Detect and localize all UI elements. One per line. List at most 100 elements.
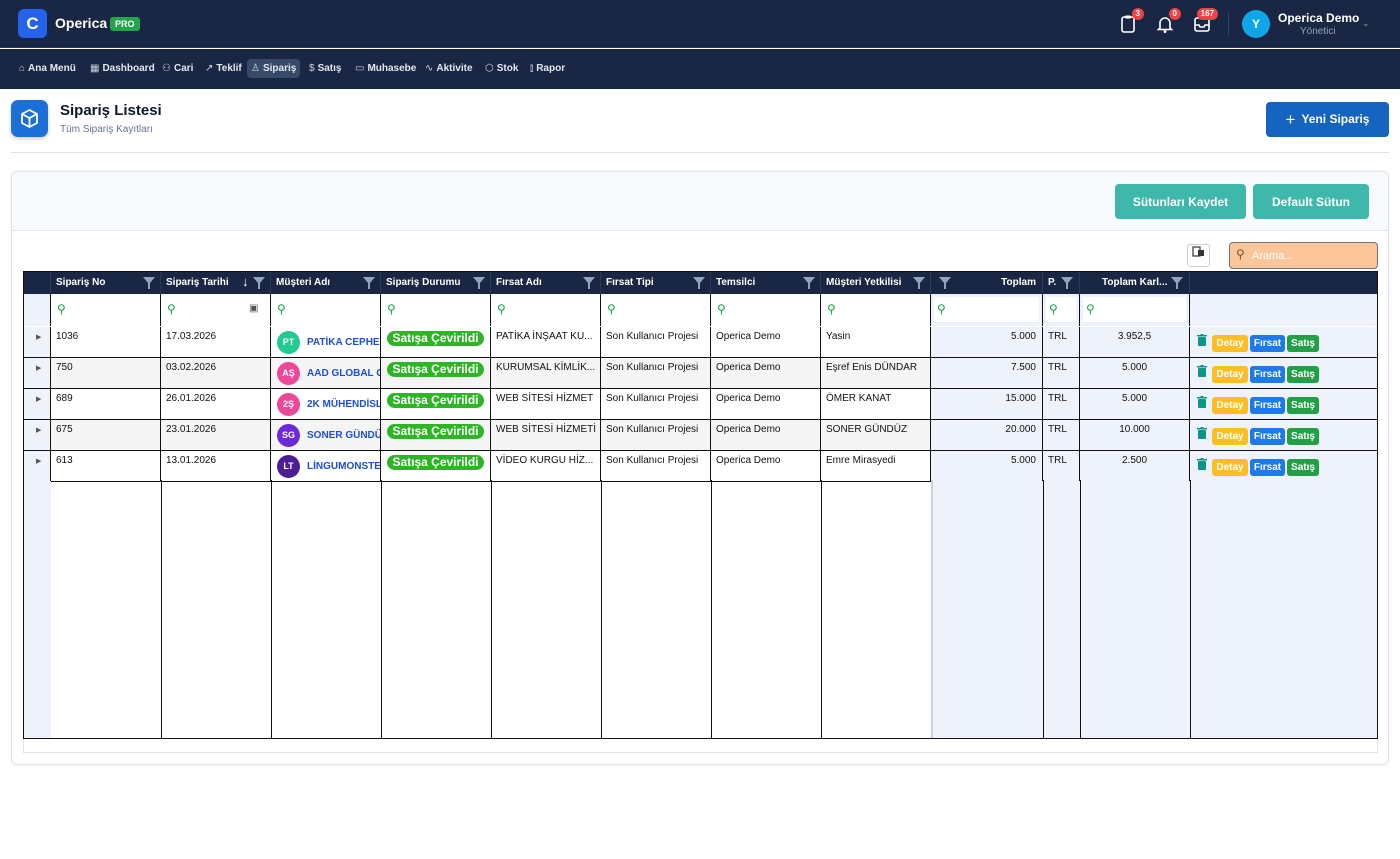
- calendar-icon[interactable]: ▣: [249, 303, 258, 314]
- activity-icon: ∿: [425, 63, 434, 74]
- opportunity-button[interactable]: Fırsat: [1250, 459, 1285, 476]
- trash-icon[interactable]: [1197, 427, 1207, 439]
- expander-cell[interactable]: ▶: [24, 358, 51, 388]
- clipboard-icon[interactable]: 3: [1118, 8, 1144, 34]
- opportunity-button[interactable]: Fırsat: [1250, 428, 1285, 445]
- detail-button[interactable]: Detay: [1212, 397, 1248, 414]
- nav-item-cari[interactable]: ⚇ Cari: [158, 59, 197, 78]
- nav-item-satis[interactable]: $ Satış: [305, 59, 345, 78]
- nav-label: Aktivite: [436, 63, 473, 74]
- expander-cell[interactable]: ▶: [24, 420, 51, 450]
- caret-right-icon[interactable]: ▶: [36, 333, 41, 341]
- customer-link[interactable]: 2K MÜHENDİSLİK: [307, 399, 380, 410]
- table-row[interactable]: ▶ 75003.02.2026 AŞ AAD GLOBAL GIDA Satışa Çe…: [24, 358, 1377, 389]
- filter-cell[interactable]: ⚲: [491, 294, 601, 326]
- nav-item-ana-menu[interactable]: ⌂ Ana Menü: [15, 59, 80, 78]
- filter-icon[interactable]: [473, 277, 485, 289]
- filter-cell[interactable]: ⚲ ▣: [161, 294, 271, 326]
- opportunity-button[interactable]: Fırsat: [1250, 335, 1285, 352]
- customer-link[interactable]: AAD GLOBAL GIDA: [307, 368, 380, 379]
- detail-button[interactable]: Detay: [1212, 335, 1248, 352]
- column-chooser-icon[interactable]: [1187, 244, 1210, 267]
- app-logo[interactable]: C: [18, 9, 47, 38]
- users-icon: ⚇: [162, 63, 171, 74]
- customer-link[interactable]: SONER GÜNDÜZ: [307, 430, 380, 441]
- dollar-icon: $: [309, 63, 315, 74]
- inbox-icon[interactable]: 167: [1192, 8, 1218, 34]
- filter-icon[interactable]: [913, 277, 925, 289]
- nav-item-rapor[interactable]: ⫾ Rapor: [526, 59, 569, 78]
- nav-item-siparis[interactable]: ♙ Sipariş: [247, 59, 301, 78]
- filter-cell[interactable]: ⚲: [1043, 294, 1080, 326]
- nav-item-dashboard[interactable]: ▦ Dashboard: [86, 59, 159, 78]
- trash-icon[interactable]: [1197, 458, 1207, 470]
- filter-cell[interactable]: ⚲: [601, 294, 711, 326]
- table-row[interactable]: ▶ 613 13.01.2026 LT LİNGUMONSTER Satışa Çevir…: [24, 451, 1377, 482]
- filter-cell[interactable]: ⚲: [381, 294, 491, 326]
- sale-button[interactable]: Satış: [1287, 428, 1319, 445]
- filter-icon[interactable]: [363, 277, 375, 289]
- nav-item-teklif[interactable]: ↗ Teklif: [201, 59, 246, 78]
- nav-item-muhasebe[interactable]: ▭ Muhasebe: [351, 59, 420, 78]
- filter-icon[interactable]: [939, 277, 951, 289]
- detail-button[interactable]: Detay: [1212, 366, 1248, 383]
- new-order-button[interactable]: + Yeni Sipariş: [1266, 102, 1389, 137]
- cell-customer[interactable]: 2Ş 2K MÜHENDİSLİK: [271, 389, 381, 419]
- filter-icon[interactable]: [143, 277, 155, 289]
- search-icon: ⚲: [717, 302, 726, 316]
- trash-icon[interactable]: [1197, 396, 1207, 408]
- search-icon: ⚲: [1086, 302, 1095, 316]
- filter-icon[interactable]: [253, 277, 265, 289]
- cell-customer[interactable]: AŞ AAD GLOBAL GIDA: [271, 358, 381, 388]
- cell-customer[interactable]: PT PATİKA CEPHE SİSTEMLERİ: [271, 327, 381, 357]
- grid-icon: ▦: [90, 63, 100, 74]
- user-name[interactable]: Operica Demo: [1278, 11, 1359, 25]
- detail-button[interactable]: Detay: [1212, 428, 1248, 445]
- filter-icon[interactable]: [803, 277, 815, 289]
- filter-icon[interactable]: [1171, 277, 1183, 289]
- table-row[interactable]: ▶ 675 23.01.2026 SG SONER GÜNDÜZ Satışa Çevir…: [24, 420, 1377, 451]
- trash-icon[interactable]: [1197, 334, 1207, 346]
- chevron-down-icon[interactable]: ⌄: [1362, 18, 1370, 29]
- table-row[interactable]: ▶ 68926.01.2026 2Ş 2K MÜHENDİSLİK Satışa Çev…: [24, 389, 1377, 420]
- filter-cell[interactable]: ⚲: [51, 294, 161, 326]
- sale-button[interactable]: Satış: [1287, 397, 1319, 414]
- caret-right-icon[interactable]: ▶: [36, 426, 41, 434]
- filter-cell[interactable]: ⚲: [711, 294, 821, 326]
- filter-icon[interactable]: [583, 277, 595, 289]
- save-columns-button[interactable]: Sütunları Kaydet: [1115, 184, 1246, 219]
- sort-desc-icon[interactable]: ↓: [242, 274, 249, 289]
- opportunity-button[interactable]: Fırsat: [1250, 397, 1285, 414]
- expander-cell[interactable]: ▶: [24, 451, 51, 481]
- caret-right-icon[interactable]: ▶: [36, 457, 41, 465]
- expander-cell[interactable]: ▶: [24, 327, 51, 357]
- nav-item-stok[interactable]: ⬡ Stok: [481, 59, 522, 78]
- search-input[interactable]: [1252, 247, 1372, 265]
- user-avatar[interactable]: Y: [1242, 10, 1270, 38]
- filter-cell[interactable]: ⚲: [931, 294, 1043, 326]
- cell-customer[interactable]: SG SONER GÜNDÜZ: [271, 420, 381, 450]
- customer-link[interactable]: LİNGUMONSTER: [307, 461, 380, 472]
- cell-status: Satışa Çevirildi: [381, 451, 491, 481]
- sale-button[interactable]: Satış: [1287, 459, 1319, 476]
- filter-cell[interactable]: ⚲: [1080, 294, 1190, 326]
- filter-cell[interactable]: ⚲: [821, 294, 931, 326]
- filter-cell[interactable]: ⚲: [271, 294, 381, 326]
- filter-icon[interactable]: [693, 277, 705, 289]
- detail-button[interactable]: Detay: [1212, 459, 1248, 476]
- customer-link[interactable]: PATİKA CEPHE SİSTEMLERİ: [307, 337, 380, 348]
- filter-icon[interactable]: [1061, 277, 1073, 289]
- bell-icon[interactable]: 0: [1155, 8, 1181, 34]
- search-box[interactable]: ⚲: [1229, 242, 1378, 269]
- opportunity-button[interactable]: Fırsat: [1250, 366, 1285, 383]
- sale-button[interactable]: Satış: [1287, 335, 1319, 352]
- caret-right-icon[interactable]: ▶: [36, 364, 41, 372]
- cell-customer[interactable]: LT LİNGUMONSTER: [271, 451, 381, 481]
- trash-icon[interactable]: [1197, 365, 1207, 377]
- nav-item-aktivite[interactable]: ∿ Aktivite: [421, 59, 477, 78]
- sale-button[interactable]: Satış: [1287, 366, 1319, 383]
- expander-cell[interactable]: ▶: [24, 389, 51, 419]
- default-columns-button[interactable]: Default Sütun: [1253, 184, 1369, 219]
- caret-right-icon[interactable]: ▶: [36, 395, 41, 403]
- table-row[interactable]: ▶ 103617.03.2026 PT PATİKA CEPHE SİSTEMLERİ…: [24, 327, 1377, 358]
